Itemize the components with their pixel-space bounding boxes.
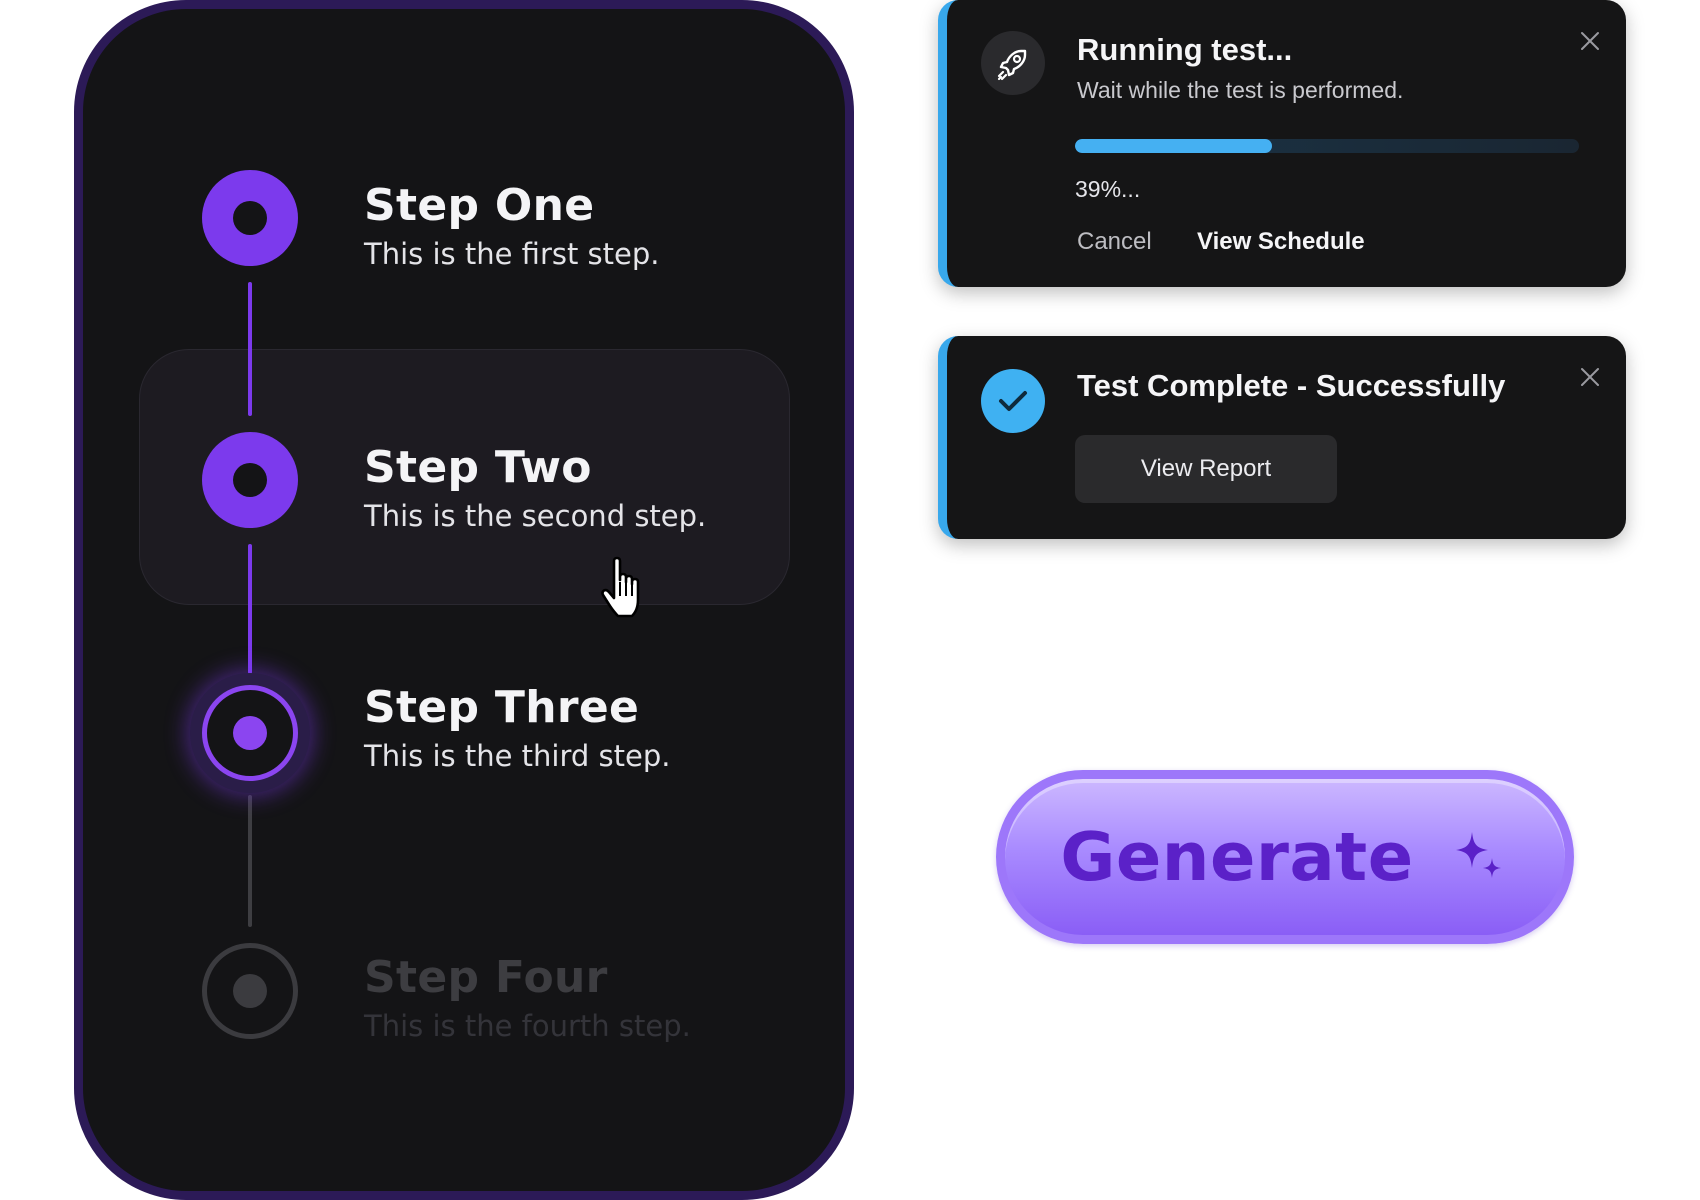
progress-percent-text: 39%... <box>1075 176 1141 202</box>
progress-bar <box>1075 139 1579 153</box>
cancel-button[interactable]: Cancel <box>1077 228 1152 256</box>
generate-button[interactable]: Generate <box>996 770 1574 944</box>
view-schedule-button[interactable]: View Schedule <box>1197 228 1365 256</box>
step-description: This is the third step. <box>364 739 671 773</box>
step-title: Step Three <box>364 682 640 733</box>
step-item-three[interactable]: Step Three This is the third step. <box>364 682 670 776</box>
sparkle-icon <box>1455 832 1501 878</box>
generate-label: Generate <box>1060 818 1414 896</box>
step-one-indicator[interactable] <box>202 170 298 266</box>
toast-title: Test Complete - Successfully <box>1077 368 1506 403</box>
progress-bar-fill <box>1075 139 1272 153</box>
step-connector-2 <box>248 544 252 674</box>
step-title: Step Two <box>364 442 592 493</box>
close-icon[interactable] <box>1579 366 1601 388</box>
step-description: This is the first step. <box>364 237 660 271</box>
toast-title: Running test... <box>1077 32 1293 67</box>
rocket-icon <box>981 31 1045 95</box>
step-connector-1 <box>248 282 252 416</box>
step-title: Step One <box>364 180 595 231</box>
view-report-button[interactable]: View Report <box>1075 435 1337 503</box>
step-description: This is the fourth step. <box>364 1009 691 1043</box>
test-complete-toast: Test Complete - Successfully View Report <box>938 336 1626 539</box>
step-two-indicator[interactable] <box>202 432 298 528</box>
check-icon <box>981 369 1045 433</box>
hand-cursor-icon <box>601 556 640 618</box>
toast-subtitle: Wait while the test is performed. <box>1077 77 1404 103</box>
step-connector-3 <box>248 795 252 927</box>
step-item-two[interactable]: Step Two This is the second step. <box>364 442 706 536</box>
step-description: This is the second step. <box>364 499 707 533</box>
step-item-four[interactable]: Step Four This is the fourth step. <box>364 952 691 1046</box>
step-title: Step Four <box>364 952 608 1003</box>
step-item-one[interactable]: Step One This is the first step. <box>364 180 660 274</box>
close-icon[interactable] <box>1579 30 1601 52</box>
running-test-toast: Running test... Wait while the test is p… <box>938 0 1626 287</box>
step-three-indicator[interactable] <box>202 685 298 781</box>
step-four-indicator[interactable] <box>202 943 298 1039</box>
